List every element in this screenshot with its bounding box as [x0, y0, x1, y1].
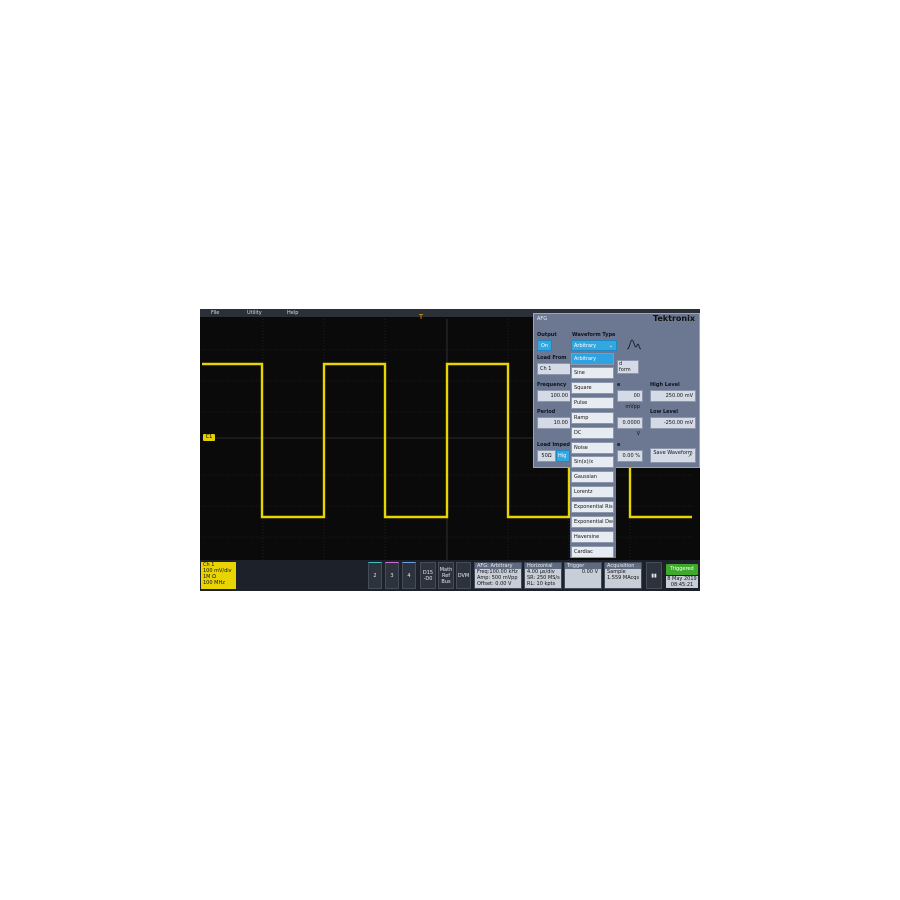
- math-ref-bus-button[interactable]: Math Ref Bus: [438, 562, 454, 589]
- chevron-down-icon: ⌄: [608, 343, 613, 349]
- acquisition-badge[interactable]: Acquisition Sample 1.559 MAcqs: [604, 562, 642, 589]
- dropdown-item-lorentz[interactable]: Lorentz: [571, 486, 614, 498]
- output-toggle[interactable]: On: [537, 340, 552, 351]
- impedance-50-ohm-button[interactable]: 50Ω: [537, 450, 556, 462]
- waveform-file-button[interactable]: d form: [617, 360, 639, 374]
- channel-2-button[interactable]: 2: [368, 562, 382, 589]
- frequency-field[interactable]: 100.00: [537, 390, 571, 402]
- channel-3-button[interactable]: 3: [385, 562, 399, 589]
- status-bar: Ch 1 100 mV/div 1M Ω 100 MHz 2 3 4 D15 -…: [200, 560, 700, 591]
- dropdown-item-pulse[interactable]: Pulse: [571, 397, 614, 409]
- dropdown-item-exponential-decay[interactable]: Exponential Deca: [571, 516, 614, 528]
- dropdown-item-gaussian[interactable]: Gaussian: [571, 471, 614, 483]
- symmetry-field[interactable]: 0.00 %: [617, 450, 643, 462]
- load-impedance-label: Load Impedi: [537, 442, 572, 448]
- save-waveform-label: Save Waveform: [653, 450, 693, 456]
- offset-field[interactable]: 0.0000 V: [617, 417, 643, 437]
- dropdown-item-square[interactable]: Square: [571, 382, 614, 394]
- waveform-type-label: Waveform Type: [572, 332, 616, 338]
- frequency-label: Frequency: [537, 382, 567, 388]
- channel-4-button[interactable]: 4: [402, 562, 416, 589]
- waveform-type-dropdown: Arbitrary Sine Square Pulse Ramp DC Nois…: [570, 353, 616, 558]
- high-level-field[interactable]: 250.00 mV: [650, 390, 696, 402]
- dropdown-item-arbitrary[interactable]: Arbitrary: [571, 353, 614, 365]
- period-field[interactable]: 10.00: [537, 417, 571, 429]
- afg-offset: Offset: 0.00 V: [477, 581, 512, 587]
- low-level-field[interactable]: -250.00 mV: [650, 417, 696, 429]
- triggered-status-button[interactable]: Triggered: [666, 564, 698, 575]
- waveform-type-value: Arbitrary: [574, 343, 597, 349]
- record-length: RL: 10 kpts: [527, 581, 556, 587]
- load-from-label: Load From: [537, 355, 567, 361]
- dropdown-item-sine[interactable]: Sine: [571, 367, 614, 379]
- dropdown-item-ramp[interactable]: Ramp: [571, 412, 614, 424]
- dropdown-item-sinc[interactable]: Sin(x)/x: [571, 456, 614, 468]
- afg-panel-title: AFG: [537, 316, 548, 322]
- afg-panel: AFG Tektronix Output On Waveform Type Ar…: [533, 313, 700, 468]
- date-time-display: 8 May 2019 08:45:21: [666, 576, 698, 588]
- dvm-button[interactable]: DVM: [456, 562, 471, 589]
- horizontal-badge[interactable]: Horizontal 4.00 µs/div SR: 250 MS/s RL: …: [524, 562, 562, 589]
- dropdown-item-dc[interactable]: DC: [571, 427, 614, 439]
- dropdown-item-haversine[interactable]: Haversine: [571, 531, 614, 543]
- run-stop-icon[interactable]: ▮▮: [646, 562, 662, 589]
- dropdown-item-exponential-rise[interactable]: Exponential Rise: [571, 501, 614, 513]
- trigger-level: 0.00 V: [581, 569, 598, 575]
- tektronix-logo: Tektronix: [652, 314, 695, 323]
- impedance-high-z-button[interactable]: Hig: [556, 450, 570, 462]
- digital-channels-button[interactable]: D15 -D0: [420, 562, 436, 589]
- afg-status-badge[interactable]: AFG: Arbitrary Freq:100.00 kHz Amp: 500 …: [474, 562, 522, 589]
- period-label: Period: [537, 409, 556, 415]
- arbitrary-waveform-icon: [626, 339, 642, 350]
- amplitude-field[interactable]: 00 mVpp: [617, 390, 643, 410]
- menu-file[interactable]: File: [211, 310, 219, 316]
- dropdown-item-cardiac[interactable]: Cardiac: [571, 546, 614, 558]
- menu-help[interactable]: Help: [287, 310, 298, 316]
- acquisition-count: 1.559 MAcqs: [607, 575, 640, 581]
- amplitude-label-partial: e: [617, 382, 621, 388]
- low-level-label: Low Level: [650, 409, 678, 415]
- channel-1-badge-status[interactable]: Ch 1 100 mV/div 1M Ω 100 MHz: [201, 562, 236, 589]
- channel-1-badge[interactable]: C1: [203, 434, 215, 441]
- dropdown-item-noise[interactable]: Noise: [571, 442, 614, 454]
- output-label: Output: [537, 332, 557, 338]
- load-from-select[interactable]: Ch 1: [537, 363, 572, 375]
- symmetry-label-partial: e: [617, 442, 621, 448]
- waveform-type-select[interactable]: Arbitrary ⌄: [571, 340, 617, 351]
- external-link-icon: ↗: [687, 453, 692, 459]
- trigger-badge[interactable]: Trigger 0.00 V: [564, 562, 602, 589]
- oscilloscope-screen: File Utility Help T C1 AFG Tektronix Out…: [200, 309, 700, 591]
- save-waveform-button[interactable]: Save Waveform ↗: [650, 448, 696, 463]
- time-text: 08:45:21: [670, 582, 694, 588]
- high-level-label: High Level: [650, 382, 680, 388]
- ch1-bandwidth: 100 MHz: [203, 580, 225, 586]
- menu-utility[interactable]: Utility: [247, 310, 262, 316]
